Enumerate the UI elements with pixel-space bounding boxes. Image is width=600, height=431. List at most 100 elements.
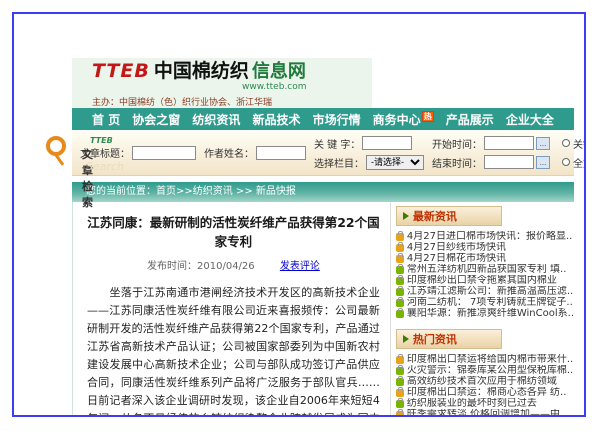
news-sidebar: 最新资讯 4月27日进口棉市场快讯：报价略显.. 4月27日纱线市场快讯 [390, 202, 574, 417]
content-area: 江苏同康：最新研制的活性炭纤维产品获得第22个国家专利 发布时间：2010/04… [72, 202, 574, 417]
article-title: 江苏同康：最新研制的活性炭纤维产品获得第22个国家专利 [87, 212, 380, 250]
nav-item[interactable]: 市场行情 [313, 111, 361, 128]
news-item-text: 旺季需求转淡 价格回调增加——中.. [407, 409, 567, 417]
site-header: TTEB 中国棉纺织 信息网 www.tteb.com 主办：中国棉纺（色）织行… [72, 58, 574, 108]
fulltext-search-radio-label: 全文检索 [573, 155, 586, 170]
site-name-suffix: 信息网 [252, 63, 306, 81]
site-logo[interactable]: TTEB 中国棉纺织 信息网 [92, 62, 372, 81]
news-item-text: 纺织服装业的最坏时刻已过去 [407, 398, 537, 409]
publish-time: 发布时间：2010/04/26 [147, 261, 255, 272]
news-item-text: 高效纺纱技术首次应用于棉纺领域 [407, 376, 557, 387]
search-logo-title: 文章检索 [82, 146, 93, 210]
news-item-text: 4月27日棉花市场快讯 [407, 253, 506, 264]
nav-item-label: 商务中心 [373, 113, 421, 127]
news-list-item[interactable]: 4月27日进口棉市场快讯：报价略显.. [396, 231, 574, 242]
lock-icon [396, 255, 404, 263]
site-url: www.tteb.com [242, 82, 372, 92]
keyword-search-radio[interactable] [562, 139, 570, 147]
fulltext-search-radio[interactable] [562, 158, 570, 166]
site-container: TTEB 中国棉纺织 信息网 www.tteb.com 主办：中国棉纺（色）织行… [72, 58, 574, 417]
news-list-item[interactable]: 常州五洋纺机四新品获国家专利 填.. [396, 264, 574, 275]
column-field-label: 选择栏目： [314, 155, 364, 170]
news-list-item[interactable]: 河南二纺机： 7项专利铸就王牌锭子.. [396, 297, 574, 308]
main-nav: 首 页 协会之窗 纺织资讯 新品技术 市场行情 商务中心热 产品展示 企业大全 [72, 108, 574, 130]
tteb-logo-text: TTEB [92, 62, 150, 81]
lock-icon [396, 411, 404, 418]
nav-item[interactable]: 纺织资讯 [192, 111, 240, 128]
news-item-text: 4月27日进口棉市场快讯：报价略显.. [407, 231, 572, 242]
keyword-search-radio-label: 关键字检索 [573, 136, 586, 151]
end-time-label: 结束时间： [432, 155, 482, 170]
lock-icon [396, 389, 404, 397]
nav-item[interactable]: 首 页 [92, 111, 120, 128]
lock-icon [396, 266, 404, 274]
nav-item-label: 产品展示 [446, 113, 494, 127]
organizer-line: 主办：中国棉纺（色）织行业协会、浙江华瑞 [92, 95, 372, 108]
lock-icon [396, 367, 404, 375]
arrow-icon [403, 212, 409, 220]
nav-item[interactable]: 新品技术 [252, 111, 300, 128]
end-time-input[interactable] [484, 155, 534, 169]
news-item-text: 火灾警示：锦泰库某公用型保税库棉.. [407, 365, 573, 376]
lock-icon [396, 277, 404, 285]
article-meta: 发布时间：2010/04/26 发表评论 [87, 257, 380, 272]
news-item-text: 襄阳华源：新推凉爽纤维WinCool系.. [407, 308, 574, 319]
nav-item-label: 纺织资讯 [192, 113, 240, 127]
end-date-picker-button[interactable]: ... [536, 156, 550, 169]
article-body: 坐落于江苏南通市港闸经济技术开发区的高新技术企业——江苏同康活性炭纤维有限公司近… [87, 284, 380, 417]
news-list-item[interactable]: 火灾警示：锦泰库某公用型保税库棉.. [396, 365, 574, 376]
hot-badge: 热 [422, 111, 434, 122]
lock-icon [396, 400, 404, 408]
news-item-text: 江苏靖江滤斯公司：新推高温高压滤.. [407, 286, 573, 297]
news-item-text: 常州五洋纺机四新品获国家专利 填.. [407, 264, 567, 275]
nav-item[interactable]: 产品展示 [446, 111, 494, 128]
hot-news-header: 热门资讯 [396, 329, 502, 349]
article-search-panel: TTEB 文章检索 Search 文章标题： 作者姓名： 关 键 字： [72, 130, 574, 176]
article-title-input[interactable] [132, 146, 196, 160]
breadcrumb: 您的当前位置：首页>>纺织资讯 >> 新品快报 [72, 182, 574, 202]
news-list-item[interactable]: 高效纺纱技术首次应用于棉纺领域 [396, 376, 574, 387]
news-list-item[interactable]: 襄阳华源：新推凉爽纤维WinCool系.. [396, 308, 574, 319]
lock-icon [396, 299, 404, 307]
post-comment-link[interactable]: 发表评论 [280, 261, 320, 272]
nav-item[interactable]: 协会之窗 [132, 111, 180, 128]
news-item-text: 4月27日纱线市场快讯 [407, 242, 506, 253]
sidebar-spacer [396, 319, 574, 329]
news-list-item[interactable]: 印度棉出口禁运将给国内棉市带来什.. [396, 354, 574, 365]
logo-panel: TTEB 中国棉纺织 信息网 www.tteb.com 主办：中国棉纺（色）织行… [72, 58, 372, 108]
nav-item-label: 首 页 [92, 113, 120, 127]
news-list-item[interactable]: 旺季需求转淡 价格回调增加——中.. [396, 409, 574, 417]
page-frame: TTEB 中国棉纺织 信息网 www.tteb.com 主办：中国棉纺（色）织行… [12, 12, 586, 417]
news-list-item[interactable]: 4月27日棉花市场快讯 [396, 253, 574, 264]
news-item-text: 印度棉出口禁运：棉商心态各异 纺.. [407, 387, 567, 398]
news-list-item[interactable]: 4月27日纱线市场快讯 [396, 242, 574, 253]
keyword-input[interactable] [362, 136, 412, 150]
lock-icon [396, 378, 404, 386]
news-list-item[interactable]: 印度棉出口禁运：棉商心态各异 纺.. [396, 387, 574, 398]
lock-icon [396, 310, 404, 318]
news-list-item[interactable]: 纺织服装业的最坏时刻已过去 [396, 398, 574, 409]
author-field-label: 作者姓名： [204, 145, 254, 160]
latest-news-title: 最新资讯 [413, 208, 457, 224]
column-select[interactable]: -请选择- [366, 155, 424, 170]
news-item-text: 印度棉纱出口禁令拖累其国内棉业 [407, 275, 557, 286]
nav-item-label: 协会之窗 [132, 113, 180, 127]
start-date-picker-button[interactable]: ... [536, 137, 550, 150]
article: 江苏同康：最新研制的活性炭纤维产品获得第22个国家专利 发布时间：2010/04… [73, 202, 390, 417]
lock-icon [396, 233, 404, 241]
nav-item[interactable]: 商务中心热 [373, 111, 434, 128]
lock-icon [396, 288, 404, 296]
author-name-input[interactable] [256, 146, 306, 160]
nav-item-label: 新品技术 [252, 113, 300, 127]
start-time-label: 开始时间： [432, 136, 482, 151]
start-time-input[interactable] [484, 136, 534, 150]
nav-item-label: 企业大全 [506, 113, 554, 127]
news-item-text: 河南二纺机： 7项专利铸就王牌锭子.. [407, 297, 573, 308]
nav-item[interactable]: 企业大全 [506, 111, 554, 128]
news-list-item[interactable]: 印度棉纱出口禁令拖累其国内棉业 [396, 275, 574, 286]
nav-item-label: 市场行情 [313, 113, 361, 127]
news-list-item[interactable]: 江苏靖江滤斯公司：新推高温高压滤.. [396, 286, 574, 297]
latest-news-header: 最新资讯 [396, 206, 502, 226]
site-name-calligraphy: 中国棉纺织 [154, 62, 249, 81]
keyword-field-label: 关 键 字： [314, 136, 360, 151]
